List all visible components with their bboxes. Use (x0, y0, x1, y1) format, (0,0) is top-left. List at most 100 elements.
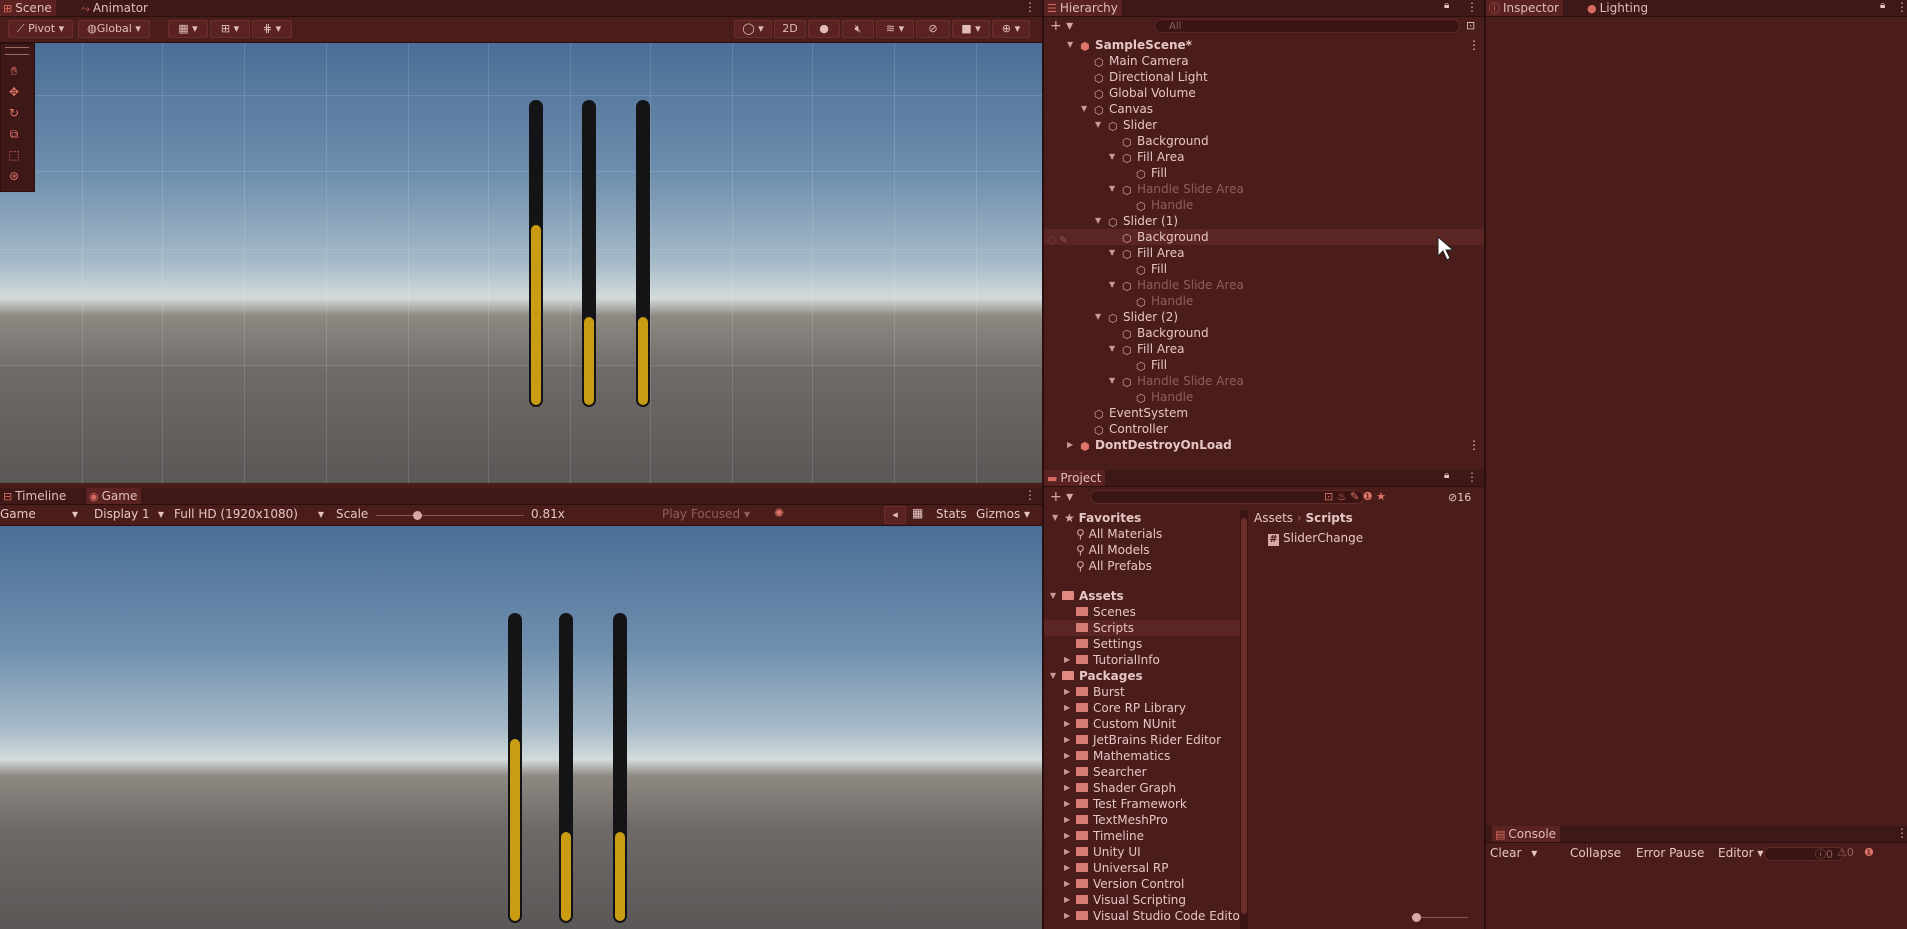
collapse-arrow-icon[interactable]: ▶ (1064, 780, 1070, 796)
expand-arrow-icon[interactable]: ▼ (1109, 181, 1115, 197)
package-folder[interactable]: ▶ Test Framework (1044, 796, 1240, 812)
error-pause-button[interactable]: Error Pause (1636, 846, 1704, 860)
hierarchy-item[interactable]: ⬡ Fill (1044, 357, 1484, 373)
expand-arrow-icon[interactable]: ▼ (1052, 510, 1058, 526)
package-folder[interactable]: ▶ Burst (1044, 684, 1240, 700)
global-dropdown[interactable]: ◍Global ▾ (78, 20, 150, 38)
collapse-arrow-icon[interactable]: ▶ (1064, 684, 1070, 700)
breadcrumb-root[interactable]: Assets (1254, 511, 1293, 525)
create-add-icon[interactable]: + ▾ (1050, 18, 1073, 34)
project-menu-icon[interactable]: ⋮ (1466, 470, 1478, 484)
hierarchy-item[interactable]: ▼ ⬡ Slider (1) (1044, 213, 1484, 229)
gizmos-dropdown-game[interactable]: Gizmos ▾ (976, 507, 1030, 521)
tab-console[interactable]: ▤ Console (1492, 826, 1561, 842)
frame-debugger-icon[interactable]: ✺ (774, 506, 784, 520)
collapse-arrow-icon[interactable]: ▶ (1064, 764, 1070, 780)
package-folder[interactable]: ▶ Timeline (1044, 828, 1240, 844)
favorite-item[interactable]: ⚲ All Prefabs (1044, 558, 1240, 574)
expand-arrow-icon[interactable]: ▼ (1095, 117, 1101, 133)
hierarchy-item[interactable]: ⬡ Controller (1044, 421, 1484, 437)
asset-folder[interactable]: Scripts (1044, 620, 1240, 636)
package-folder[interactable]: ▶ Visual Scripting (1044, 892, 1240, 908)
stats-button[interactable]: Stats (936, 507, 967, 521)
rect-tool-icon[interactable]: ⬚ (4, 146, 24, 164)
expand-arrow-icon[interactable]: ▼ (1050, 668, 1056, 684)
collapse-arrow-icon[interactable]: ▶ (1064, 732, 1070, 748)
increment-snap-button[interactable]: ⋕ ▾ (252, 20, 292, 38)
collapse-arrow-icon[interactable]: ▶ (1064, 796, 1070, 812)
play-focused-dropdown[interactable]: Play Focused ▾ (662, 507, 750, 521)
editor-dropdown[interactable]: Editor ▾ (1718, 846, 1763, 860)
create-add-icon[interactable]: + ▾ (1050, 489, 1073, 505)
package-folder[interactable]: ▶ Universal RP (1044, 860, 1240, 876)
hierarchy-item[interactable]: ▼ ⬡ Handle Slide Area (1044, 277, 1484, 293)
hierarchy-item[interactable]: ▼ ⬡ Fill Area (1044, 341, 1484, 357)
collapse-arrow-icon[interactable]: ▶ (1064, 652, 1070, 668)
scene-slider-3[interactable] (636, 100, 650, 407)
packages-header[interactable]: ▼ Packages (1044, 668, 1240, 684)
expand-arrow-icon[interactable]: ▼ (1081, 101, 1087, 117)
hierarchy-item[interactable]: ⬡ Directional Light (1044, 69, 1484, 85)
scene-menu-icon[interactable]: ⋮ (1024, 0, 1036, 14)
tab-hierarchy[interactable]: ☰ Hierarchy (1044, 0, 1122, 16)
mute-audio-toggle[interactable]: ◂ (884, 506, 906, 524)
tab-scene[interactable]: ⊞ Scene (0, 0, 56, 16)
collapse-arrow-icon[interactable]: ▶ (1064, 716, 1070, 732)
expand-arrow-icon[interactable]: ▼ (1109, 341, 1115, 357)
pivot-dropdown[interactable]: ⟋ Pivot ▾ (8, 20, 73, 38)
favorite-item[interactable]: ⚲ All Materials (1044, 526, 1240, 542)
tab-inspector[interactable]: ⓘ Inspector (1486, 0, 1563, 16)
project-search-input[interactable] (1090, 490, 1364, 504)
collapse-arrow-icon[interactable]: ▶ (1064, 844, 1070, 860)
project-tree-scrollbar[interactable] (1240, 510, 1248, 929)
package-folder[interactable]: ▶ Unity UI (1044, 844, 1240, 860)
game-view-dropdown[interactable]: Game ▾ (0, 507, 80, 521)
package-folder[interactable]: ▶ Shader Graph (1044, 780, 1240, 796)
expand-arrow-icon[interactable]: ▼ (1109, 149, 1115, 165)
hierarchy-item[interactable]: ▼ ⬡ Canvas (1044, 101, 1484, 117)
favorite-item[interactable]: ⚲ All Models (1044, 542, 1240, 558)
scale-slider-thumb[interactable] (413, 511, 423, 520)
expand-arrow-icon[interactable]: ▼ (1050, 588, 1056, 604)
game-slider-3[interactable] (613, 613, 627, 923)
hierarchy-item[interactable]: ⬡ Fill (1044, 261, 1484, 277)
lock-icon[interactable]: 🔒︎ (1444, 470, 1449, 481)
hierarchy-menu-icon[interactable]: ⋮ (1466, 0, 1478, 14)
hierarchy-item[interactable]: ▼ ⬡ Fill Area (1044, 149, 1484, 165)
rotate-tool-icon[interactable]: ↻ (4, 104, 24, 122)
drag-handle-icon[interactable] (5, 47, 29, 55)
expand-arrow-icon[interactable]: ▼ (1067, 37, 1073, 53)
scale-tool-icon[interactable]: ⧉ (4, 125, 24, 143)
console-error-icon[interactable]: ❶ (1864, 846, 1874, 859)
icon-size-slider[interactable] (1412, 913, 1468, 922)
collapse-arrow-icon[interactable]: ▶ (1064, 812, 1070, 828)
grid-visibility-button[interactable]: ⊞ ▾ (210, 20, 250, 38)
package-folder[interactable]: ▶ Visual Studio Code Editor (1044, 908, 1240, 924)
hierarchy-item[interactable]: ▼ ⬡ Slider (1044, 117, 1484, 133)
expand-arrow-icon[interactable]: ▼ (1095, 213, 1101, 229)
scene-menu-icon[interactable]: ⋮ (1468, 437, 1480, 453)
collapse-arrow-icon[interactable]: ▶ (1064, 892, 1070, 908)
collapse-arrow-icon[interactable]: ▶ (1067, 437, 1073, 453)
display-dropdown[interactable]: Display 1 ▾ (94, 507, 168, 521)
collapse-arrow-icon[interactable]: ▶ (1064, 828, 1070, 844)
package-folder[interactable]: ▶ Searcher (1044, 764, 1240, 780)
game-slider-2[interactable] (559, 613, 573, 923)
expand-arrow-icon[interactable]: ▼ (1109, 245, 1115, 261)
draw-mode-dropdown[interactable]: ◯ ▾ (734, 20, 772, 38)
package-folder[interactable]: ▶ TextMeshPro (1044, 812, 1240, 828)
asset-folder[interactable]: Scenes (1044, 604, 1240, 620)
tab-project[interactable]: ▬ Project (1044, 470, 1106, 486)
hierarchy-item[interactable]: ⬡ Handle (1044, 293, 1484, 309)
scene-slider-1[interactable] (529, 100, 543, 407)
hierarchy-item[interactable]: ⬡ Global Volume (1044, 85, 1484, 101)
hierarchy-item[interactable]: ⬡ Background (1044, 133, 1484, 149)
grid-snap-button[interactable]: ▦ ▾ (168, 20, 208, 38)
favorites-header[interactable]: ▼ ★ Favorites (1044, 510, 1240, 526)
hierarchy-item[interactable]: ▼ ⬡ Handle Slide Area (1044, 373, 1484, 389)
asset-folder[interactable]: ▶ TutorialInfo (1044, 652, 1240, 668)
toggle-2d-button[interactable]: 2D (774, 20, 806, 38)
expand-arrow-icon[interactable]: ▼ (1109, 277, 1115, 293)
hand-tool-icon[interactable]: ✋︎ (4, 62, 24, 80)
scale-slider[interactable] (376, 511, 524, 520)
